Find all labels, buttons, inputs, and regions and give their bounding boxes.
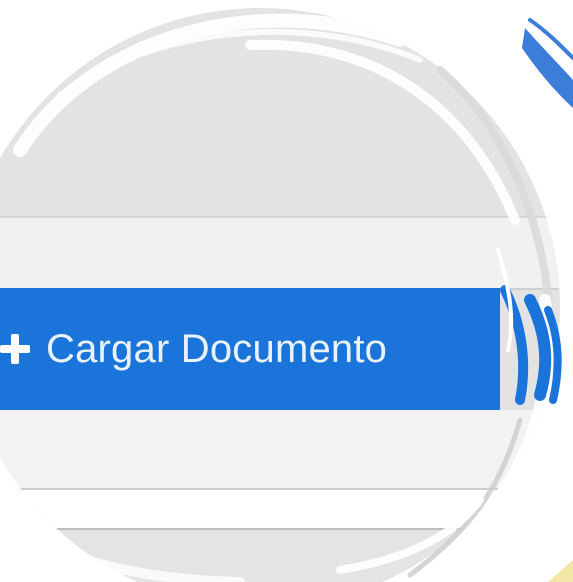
brush-frame-decoration — [0, 13, 573, 582]
screenshot-stage: Cargar Documento — [0, 0, 573, 582]
